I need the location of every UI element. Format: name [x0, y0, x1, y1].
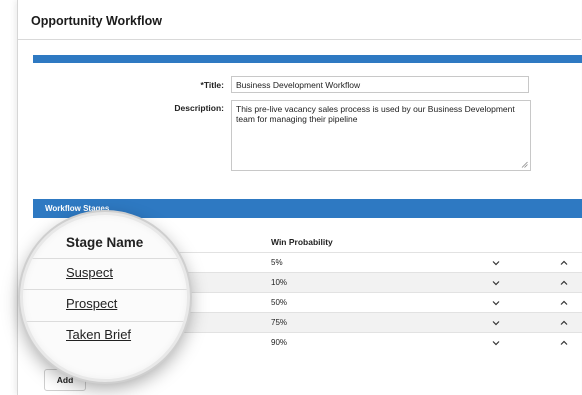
description-text: This pre-live vacancy sales process is u…: [236, 104, 515, 124]
title-input[interactable]: Business Development Workflow: [231, 76, 529, 93]
win-probability-cell: 10%: [271, 278, 288, 287]
page-title: Opportunity Workflow: [31, 14, 163, 28]
win-probability-cell: 50%: [271, 298, 288, 307]
divider: [23, 321, 187, 322]
stage-name-link[interactable]: Taken Brief: [66, 327, 131, 342]
chevron-up-icon[interactable]: [559, 298, 569, 308]
stage-name-link[interactable]: Prospect: [66, 296, 117, 311]
resize-grip-icon[interactable]: [521, 161, 528, 168]
chevron-down-icon[interactable]: [491, 258, 501, 268]
description-label: Description:: [174, 103, 224, 113]
chevron-down-icon[interactable]: [491, 298, 501, 308]
win-probability-cell: 90%: [271, 338, 288, 347]
divider: [23, 258, 187, 259]
chevron-up-icon[interactable]: [559, 258, 569, 268]
chevron-up-icon[interactable]: [559, 338, 569, 348]
stage-name-link[interactable]: Suspect: [66, 265, 113, 280]
chevron-down-icon[interactable]: [491, 278, 501, 288]
magnifier-callout: Stage Name Suspect Prospect Taken Brief: [20, 212, 190, 382]
stage-name-column-header: Stage Name: [66, 235, 144, 250]
chevron-up-icon[interactable]: [559, 278, 569, 288]
title-label: *Title:: [200, 80, 224, 90]
win-probability-column-header: Win Probability: [271, 237, 333, 247]
section-bar: [33, 55, 582, 63]
chevron-down-icon[interactable]: [491, 338, 501, 348]
divider: [23, 289, 187, 290]
win-probability-cell: 5%: [271, 258, 283, 267]
win-probability-cell: 75%: [271, 318, 288, 327]
chevron-down-icon[interactable]: [491, 318, 501, 328]
chevron-up-icon[interactable]: [559, 318, 569, 328]
panel-header: Opportunity Workflow: [18, 0, 581, 40]
description-textarea[interactable]: This pre-live vacancy sales process is u…: [231, 100, 531, 171]
